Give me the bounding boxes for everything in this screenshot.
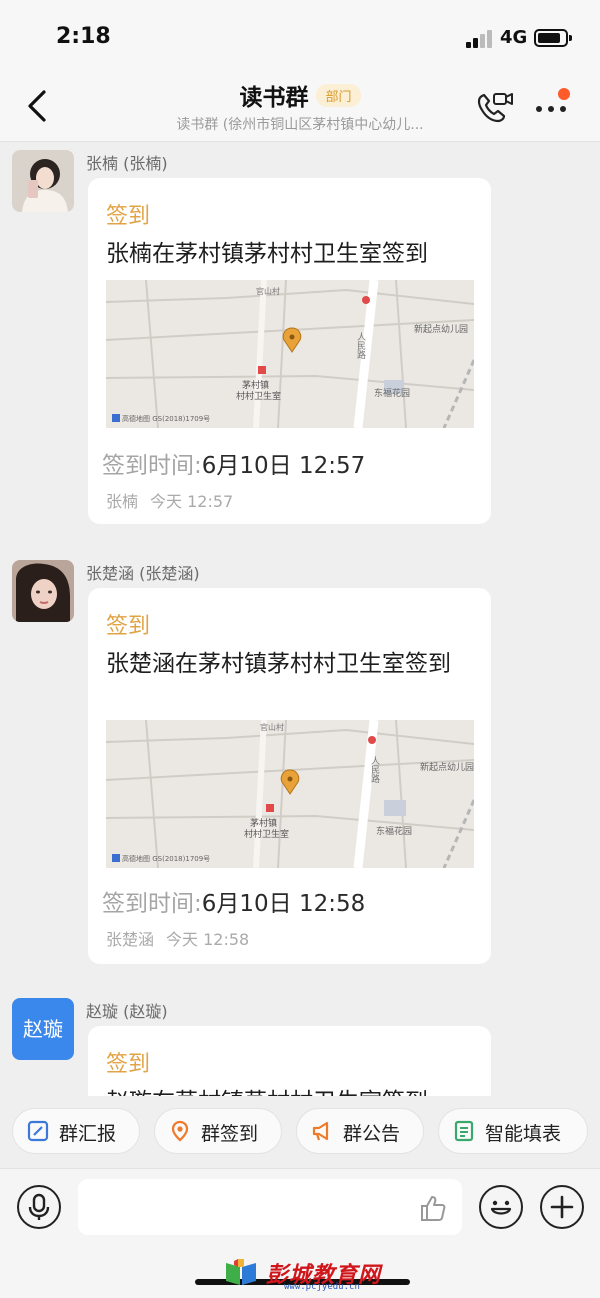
checkin-text: 赵璇在茅村镇茅村村卫生室签到 [106, 1086, 478, 1096]
report-icon [27, 1120, 49, 1142]
location-pin-icon [171, 1120, 189, 1142]
status-bar: 2:18 4G [0, 0, 600, 74]
checkin-text: 张楠在茅村镇茅村村卫生室签到 [106, 241, 428, 267]
location-map[interactable]: 官山村 人民路 新起点幼儿园 茅村镇 村村卫生室 东福花园 高德地图 GS(20… [106, 720, 474, 868]
voice-icon[interactable] [17, 1185, 61, 1229]
checkin-time-value: 6月10日 12:58 [201, 891, 366, 917]
message-input[interactable] [78, 1179, 462, 1235]
avatar[interactable]: 赵璇 [12, 998, 74, 1060]
meta-name: 张楠 [106, 492, 139, 511]
avatar[interactable] [12, 560, 74, 622]
page-title: 读书群 [239, 85, 309, 111]
group-report-button[interactable]: 群汇报 [12, 1108, 140, 1154]
checkin-time-value: 6月10日 12:57 [201, 453, 366, 479]
meta-time: 今天 12:58 [166, 930, 250, 949]
map-label-road2: 人民路 [355, 332, 365, 359]
checkin-time-label: 签到时间: [102, 453, 202, 479]
checkin-tag: 签到 [106, 614, 151, 639]
checkin-time: 签到时间:6月10日 12:57 [102, 446, 365, 480]
smart-form-button[interactable]: 智能填表 [438, 1108, 588, 1154]
map-label-poi: 东福花园 [376, 827, 413, 837]
location-map[interactable]: 官山村 人民路 新起点幼儿园 茅村镇 村村卫生室 东福花园 高德地图 GS(20… [106, 280, 474, 428]
quick-action-label: 群汇报 [59, 1123, 117, 1145]
map-label-poi: 新起点幼儿园 [420, 763, 474, 773]
map-label-road: 官山村 [260, 723, 284, 732]
checkin-card[interactable]: 签到 张楠在茅村镇茅村村卫生室签到 官山村 人民路 新起点幼儿园 茅村镇 村村卫… [88, 178, 491, 524]
message-item: 张楠 (张楠) 签到 张楠在茅村镇茅村村卫生室签到 官山村 人民路 新起点幼儿园… [0, 150, 600, 530]
more-icon[interactable] [534, 96, 574, 120]
map-credit: 高德地图 GS(2018)1709号 [122, 855, 211, 863]
notification-dot [558, 88, 570, 100]
group-checkin-button[interactable]: 群签到 [154, 1108, 282, 1154]
video-call-icon[interactable] [474, 90, 514, 126]
checkin-tag: 签到 [106, 1052, 151, 1077]
map-label-road2: 人民路 [369, 756, 379, 783]
thumbs-up-icon[interactable] [418, 1193, 448, 1223]
quick-action-label: 群签到 [201, 1123, 259, 1145]
map-label-poi: 村村卫生室 [236, 392, 282, 402]
checkin-card[interactable]: 签到 张楚涵在茅村镇茅村村卫生室签到 官山村 人民路 新起点幼儿园 茅村镇 村村… [88, 588, 491, 964]
checkin-meta: 张楠 今天 12:57 [106, 488, 245, 512]
avatar[interactable] [12, 150, 74, 212]
emoji-icon[interactable] [479, 1185, 523, 1229]
watermark-url: www.pcjyedu.cn [284, 1282, 360, 1292]
map-label-poi: 新起点幼儿园 [414, 325, 469, 335]
meta-time: 今天 12:57 [150, 492, 234, 511]
map-label-road: 官山村 [256, 287, 280, 296]
network-label: 4G [500, 27, 528, 48]
meta-name: 张楚涵 [106, 930, 155, 949]
battery-icon [534, 29, 572, 47]
checkin-text: 张楚涵在茅村镇茅村村卫生室签到 [106, 651, 451, 677]
checkin-time: 签到时间:6月10日 12:58 [102, 884, 365, 918]
group-announcement-button[interactable]: 群公告 [296, 1108, 424, 1154]
message-item: 赵璇 赵璇 (赵璇) 签到 赵璇在茅村镇茅村村卫生室签到 [0, 998, 600, 1096]
watermark-logo: 彭城教育网 www.pcjyedu.cn [222, 1257, 402, 1292]
map-label-poi: 村村卫生室 [244, 830, 290, 840]
form-icon [454, 1120, 474, 1142]
dept-badge: 部门 [316, 83, 361, 107]
book-icon [226, 1259, 256, 1285]
map-label-poi: 东福花园 [374, 389, 411, 399]
status-time: 2:18 [56, 24, 111, 49]
checkin-meta: 张楚涵 今天 12:58 [106, 926, 261, 950]
quick-action-label: 智能填表 [485, 1123, 562, 1145]
message-item: 张楚涵 (张楚涵) 签到 张楚涵在茅村镇茅村村卫生室签到 官山村 人民路 新起点… [0, 560, 600, 970]
sender-name: 张楚涵 (张楚涵) [86, 564, 200, 583]
checkin-card[interactable]: 签到 赵璇在茅村镇茅村村卫生室签到 [88, 1026, 491, 1096]
quick-action-label: 群公告 [343, 1123, 401, 1145]
map-credit: 高德地图 GS(2018)1709号 [122, 415, 211, 423]
sender-name: 张楠 (张楠) [86, 154, 168, 173]
input-bar: 彭城教育网 www.pcjyedu.cn [0, 1168, 600, 1298]
quick-action-bar: 群汇报 群签到 群公告 智能填表 [0, 1096, 600, 1168]
signal-icon [466, 30, 494, 48]
megaphone-icon [312, 1121, 329, 1141]
checkin-tag: 签到 [106, 204, 151, 229]
checkin-time-label: 签到时间: [102, 891, 202, 917]
plus-icon[interactable] [540, 1185, 584, 1229]
sender-name: 赵璇 (赵璇) [86, 1002, 168, 1021]
chat-header: 读书群 部门 读书群 (徐州市铜山区茅村镇中心幼儿... [0, 74, 600, 142]
